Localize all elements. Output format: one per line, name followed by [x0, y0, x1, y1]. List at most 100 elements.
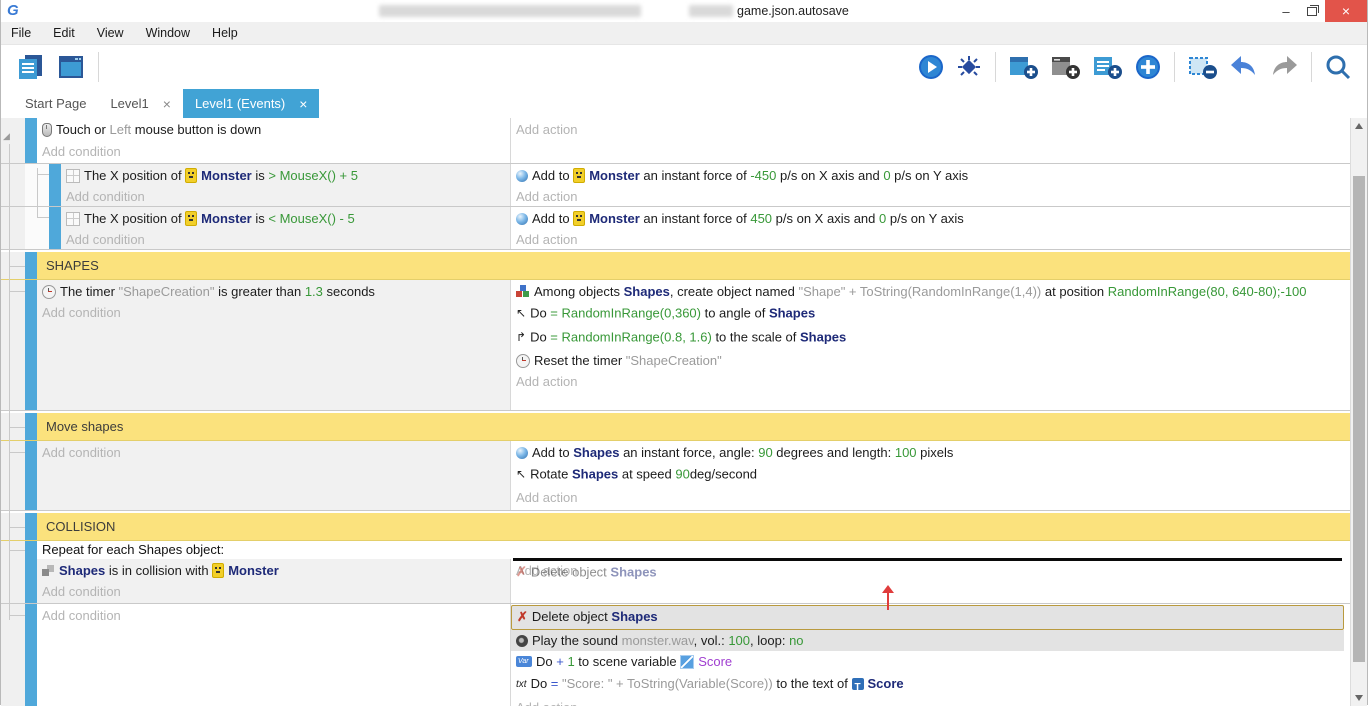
- add-condition-link[interactable]: Add condition: [61, 229, 510, 250]
- tab-level1[interactable]: Level1 ×: [98, 89, 183, 118]
- scroll-down-icon[interactable]: [1355, 695, 1363, 701]
- text-segment: 100: [895, 445, 917, 460]
- event-drag-handle[interactable]: [49, 164, 61, 206]
- action-row[interactable]: Add to Monster an instant force of -450 …: [511, 165, 1350, 186]
- event-drag-handle[interactable]: [25, 413, 37, 440]
- text-segment: at position: [1041, 284, 1108, 299]
- add-new-icon[interactable]: [1134, 53, 1162, 81]
- text-segment: Shapes: [800, 329, 846, 344]
- text-segment: Shapes: [610, 564, 656, 579]
- add-event-icon[interactable]: [1008, 53, 1040, 81]
- preview-play-icon[interactable]: [917, 53, 945, 81]
- add-condition-link[interactable]: Add condition: [37, 581, 510, 602]
- restore-button[interactable]: [1299, 0, 1325, 22]
- text-segment: 90: [675, 466, 689, 481]
- tree-guide: [9, 144, 10, 620]
- minimize-button[interactable]: –: [1273, 0, 1299, 22]
- text-segment: "ShapeCreation": [119, 284, 215, 299]
- text-segment: Among objects: [534, 284, 624, 299]
- text-segment: mouse button is down: [131, 122, 261, 137]
- scrollbar-thumb[interactable]: [1353, 176, 1365, 662]
- project-manager-icon[interactable]: [16, 52, 46, 82]
- redo-icon[interactable]: [1269, 54, 1299, 80]
- scale-icon: [516, 326, 526, 348]
- event-drag-handle[interactable]: [25, 441, 37, 510]
- add-action-link[interactable]: Add action: [511, 119, 1350, 141]
- undo-icon[interactable]: [1229, 54, 1259, 80]
- add-action-link[interactable]: Add action: [511, 229, 1350, 250]
- text-segment: Monster: [228, 563, 279, 578]
- event-drag-handle[interactable]: [25, 118, 37, 163]
- event-drag-handle[interactable]: [25, 541, 37, 603]
- text-segment: Score: [698, 654, 732, 669]
- scene-editor-icon[interactable]: [56, 52, 86, 82]
- text-segment: Shapes: [624, 284, 670, 299]
- text-segment: Rotate: [530, 466, 572, 481]
- add-subevent-icon[interactable]: [1050, 53, 1082, 81]
- tree-guide: [9, 291, 25, 292]
- text-segment: RandomInRange(80, 640-80);-100: [1108, 284, 1307, 299]
- menu-edit[interactable]: Edit: [53, 26, 75, 40]
- event-drag-handle[interactable]: [49, 207, 61, 249]
- event-drag-handle[interactable]: [25, 604, 37, 706]
- text-segment: an instant force, angle:: [619, 445, 758, 460]
- text-segment: seconds: [323, 284, 375, 299]
- action-row[interactable]: Add to Shapes an instant force, angle: 9…: [511, 442, 1350, 463]
- position-icon: [66, 212, 80, 226]
- add-condition-link[interactable]: Add condition: [61, 186, 510, 207]
- action-row-selected[interactable]: Play the sound monster.wav, vol.: 100, l…: [511, 630, 1344, 651]
- action-row[interactable]: Reset the timer "ShapeCreation": [511, 350, 1350, 371]
- event-drag-handle[interactable]: [25, 252, 37, 279]
- event-drag-handle[interactable]: [25, 513, 37, 540]
- tab-bar: Start Page Level1 × Level1 (Events) ×: [1, 89, 1367, 118]
- close-button[interactable]: ×: [1325, 0, 1367, 22]
- text-segment: Reset the timer: [534, 353, 626, 368]
- text-segment: no: [789, 633, 803, 648]
- add-condition-link[interactable]: Add condition: [37, 141, 510, 163]
- action-row[interactable]: Do = "Score: " + ToString(Variable(Score…: [511, 672, 1350, 697]
- search-icon[interactable]: [1324, 53, 1352, 81]
- condition-row[interactable]: Touch or Left mouse button is down: [37, 119, 510, 141]
- condition-row[interactable]: The X position of Monster is > MouseX() …: [61, 165, 510, 186]
- menu-window[interactable]: Window: [146, 26, 190, 40]
- add-action-link[interactable]: Add action: [511, 371, 1350, 392]
- monster-icon: [185, 211, 197, 226]
- condition-row[interactable]: The X position of Monster is < MouseX() …: [61, 208, 510, 229]
- tab-level1-events[interactable]: Level1 (Events) ×: [183, 89, 320, 118]
- add-action-link[interactable]: Add action: [511, 186, 1350, 207]
- window-controls: – ×: [1273, 0, 1367, 22]
- add-condition-link[interactable]: Add condition: [37, 605, 510, 626]
- comment-shapes[interactable]: SHAPES: [1, 252, 1350, 280]
- event-drag-handle[interactable]: [25, 280, 37, 410]
- add-action-link[interactable]: Add action: [511, 487, 1350, 508]
- action-row[interactable]: Do = RandomInRange(0.8, 1.6) to the scal…: [511, 326, 1350, 350]
- menu-file[interactable]: File: [11, 26, 31, 40]
- add-condition-link[interactable]: Add condition: [37, 302, 510, 323]
- close-tab-icon[interactable]: ×: [163, 96, 171, 112]
- condition-row[interactable]: The timer "ShapeCreation" is greater tha…: [37, 281, 510, 302]
- add-comment-icon[interactable]: [1092, 53, 1124, 81]
- debug-icon[interactable]: [955, 53, 983, 81]
- redacted-title-text: [379, 5, 641, 17]
- condition-row[interactable]: Shapes is in collision with Monster: [37, 560, 510, 581]
- action-row[interactable]: Do = RandomInRange(0,360) to angle of Sh…: [511, 302, 1350, 326]
- action-row[interactable]: Rotate Shapes at speed 90deg/second: [511, 463, 1350, 487]
- action-row[interactable]: Add to Monster an instant force of 450 p…: [511, 208, 1350, 229]
- actions-cell: Add to Shapes an instant force, angle: 9…: [511, 441, 1350, 510]
- scroll-up-icon[interactable]: [1355, 123, 1363, 129]
- event-mouse-down: Touch or Left mouse button is down Add c…: [1, 118, 1350, 164]
- text-segment: 90: [758, 445, 772, 460]
- comment-collision[interactable]: COLLISION: [1, 513, 1350, 541]
- tab-start-page[interactable]: Start Page: [13, 89, 98, 118]
- action-row-selected[interactable]: Delete object Shapes: [511, 605, 1344, 630]
- expander-icon[interactable]: ◢: [3, 132, 10, 141]
- close-tab-icon[interactable]: ×: [299, 96, 307, 112]
- for-each-header[interactable]: Repeat for each Shapes object:: [37, 541, 1350, 559]
- comment-move-shapes[interactable]: Move shapes: [1, 413, 1350, 441]
- action-row[interactable]: Do + 1 to scene variable Score: [511, 651, 1350, 672]
- menu-help[interactable]: Help: [212, 26, 238, 40]
- add-condition-link[interactable]: Add condition: [37, 442, 510, 463]
- delete-event-icon[interactable]: [1187, 53, 1219, 81]
- menu-view[interactable]: View: [97, 26, 124, 40]
- action-row[interactable]: Among objects Shapes, create object name…: [511, 281, 1350, 302]
